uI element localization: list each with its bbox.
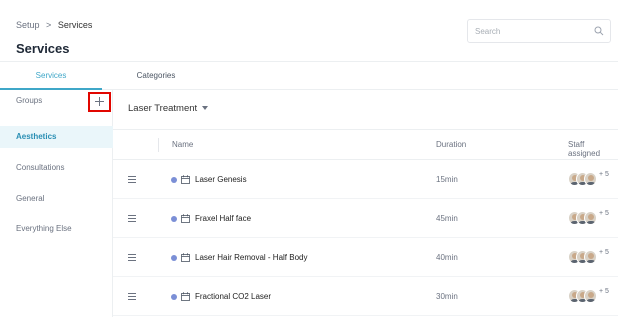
calendar-icon [181, 214, 190, 223]
add-group-button[interactable] [88, 92, 111, 112]
calendar-icon [181, 175, 190, 184]
drag-handle-icon[interactable] [128, 293, 136, 302]
top-bar: Setup > Services Services [0, 0, 618, 62]
sidebar-item-everything-else[interactable]: Everything Else [0, 218, 113, 240]
chevron-down-icon [202, 106, 209, 111]
breadcrumb: Setup > Services [16, 20, 92, 30]
staff-more-count: + 5 [599, 171, 609, 178]
breadcrumb-setup[interactable]: Setup [16, 20, 40, 30]
service-name[interactable]: Fractional CO2 Laser [195, 292, 271, 301]
service-name[interactable]: Laser Hair Removal - Half Body [195, 253, 307, 262]
category-dropdown-label: Laser Treatment [128, 103, 198, 114]
table-row[interactable]: Laser Hair Removal - Half Body 40min + 5 [113, 238, 618, 277]
service-name[interactable]: Laser Genesis [195, 175, 247, 184]
avatar [584, 250, 597, 264]
drag-handle-icon[interactable] [128, 215, 136, 224]
tab-services[interactable]: Services [0, 62, 102, 90]
staff-avatars[interactable]: + 5 [568, 248, 616, 268]
column-header-duration[interactable]: Duration [436, 140, 466, 149]
staff-more-count: + 5 [599, 210, 609, 217]
avatar [584, 172, 597, 186]
avatar [584, 289, 597, 303]
breadcrumb-separator: > [46, 20, 52, 30]
page-title: Services [16, 41, 70, 56]
avatar [584, 211, 597, 225]
column-header-name[interactable]: Name [172, 140, 193, 149]
calendar-icon [181, 292, 190, 301]
calendar-icon [181, 253, 190, 262]
staff-avatars[interactable]: + 5 [568, 170, 616, 190]
column-header-staff[interactable]: Staff assigned [568, 140, 618, 158]
search-input[interactable] [468, 20, 578, 42]
service-color-dot [171, 294, 177, 300]
sidebar: Groups Aesthetics Consultations General … [0, 90, 113, 317]
search-box[interactable] [467, 19, 611, 43]
service-duration: 40min [436, 253, 458, 262]
header-divider [158, 138, 159, 152]
service-color-dot [171, 255, 177, 261]
groups-header: Groups [0, 90, 113, 126]
category-dropdown[interactable]: Laser Treatment [128, 103, 209, 114]
table-row[interactable]: Fraxel Half face 45min + 5 [113, 199, 618, 238]
plus-icon-vertical [99, 97, 100, 106]
table-row[interactable]: Laser Genesis 15min + 5 [113, 160, 618, 199]
service-duration: 15min [436, 175, 458, 184]
service-name[interactable]: Fraxel Half face [195, 214, 251, 223]
sidebar-item-general[interactable]: General [0, 188, 113, 210]
sidebar-item-aesthetics[interactable]: Aesthetics [0, 126, 113, 148]
drag-handle-icon[interactable] [128, 254, 136, 263]
service-color-dot [171, 216, 177, 222]
service-duration: 30min [436, 292, 458, 301]
table-row[interactable]: Fractional CO2 Laser 30min + 5 [113, 277, 618, 316]
service-color-dot [171, 177, 177, 183]
staff-avatars[interactable]: + 5 [568, 209, 616, 229]
service-duration: 45min [436, 214, 458, 223]
services-panel: Laser Treatment Name Duration Staff assi… [113, 90, 618, 317]
table-header: Name Duration Staff assigned [113, 129, 618, 160]
sidebar-item-consultations[interactable]: Consultations [0, 157, 113, 179]
breadcrumb-current: Services [57, 20, 93, 30]
search-icon[interactable] [594, 26, 604, 36]
staff-more-count: + 5 [599, 249, 609, 256]
tab-bar: Services Categories [0, 62, 618, 90]
tab-categories[interactable]: Categories [128, 62, 184, 90]
staff-avatars[interactable]: + 5 [568, 287, 616, 307]
staff-more-count: + 5 [599, 288, 609, 295]
groups-label: Groups [16, 96, 43, 105]
drag-handle-icon[interactable] [128, 176, 136, 185]
